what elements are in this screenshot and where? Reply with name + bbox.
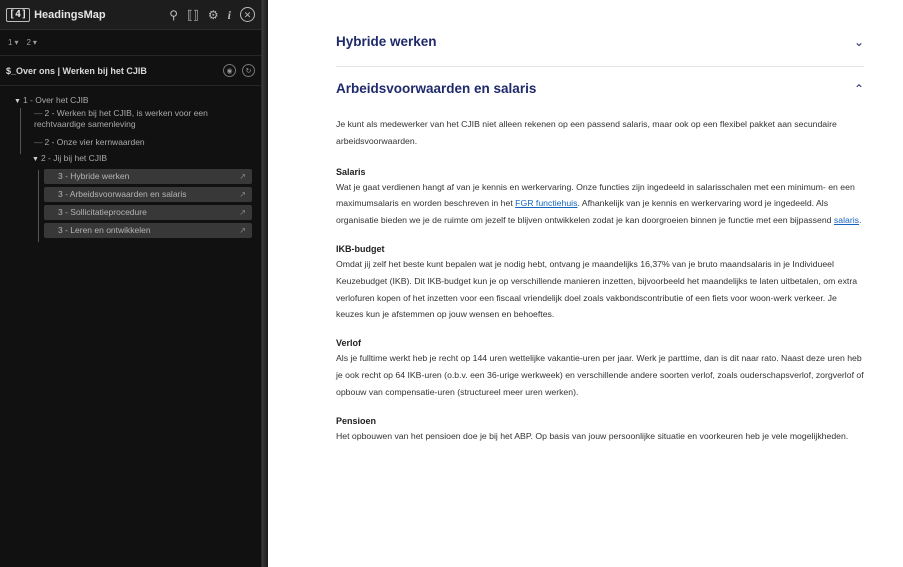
tree-guide-line — [20, 108, 21, 154]
section-salaris: Salaris Wat je gaat verdienen hangt af v… — [336, 165, 864, 229]
headingsmap-header: [4] HeadingsMap ⚲ ⟦⟧ ⚙ i ✕ — [0, 0, 261, 30]
chevron-up-icon: ⌃ — [853, 81, 864, 96]
accordion-divider — [336, 66, 864, 67]
link-icon: ↗ — [239, 226, 246, 235]
tree-item-h3[interactable]: 3 - Leren en ontwikkelen ↗ — [44, 223, 252, 238]
headingsmap-toolbar: ⚲ ⟦⟧ ⚙ i ✕ — [169, 7, 255, 22]
tree-item-h3[interactable]: 3 - Arbeidsvoorwaarden en salaris ↗ — [44, 187, 252, 202]
tree-guide-line — [38, 170, 39, 242]
tree-item-h2[interactable]: —2 - Werken bij het CJIB, is werken voor… — [30, 108, 244, 130]
tree-item-label: 2 - Onze vier kernwaarden — [44, 137, 145, 147]
level-select-2[interactable]: 2 ▾ — [26, 38, 36, 47]
tree-item-label: 2 - Werken bij het CJIB, is werken voor … — [34, 108, 208, 129]
tree-item-h3[interactable]: 3 - Hybride werken ↗ — [44, 169, 252, 184]
info-icon[interactable]: i — [228, 9, 231, 21]
level-select-label: 2 — [26, 38, 31, 47]
section-text: Als je fulltime werkt heb je recht op 14… — [336, 353, 864, 397]
tree-item-label: 2 - Jij bij het CJIB — [40, 153, 108, 163]
section-heading: Pensioen — [336, 415, 377, 426]
tree-item-h1[interactable]: ▼ 1 - Over het CJIB — [14, 92, 261, 108]
tree-item-label: 3 - Hybride werken — [58, 171, 130, 181]
section-verlof: Verlof Als je fulltime werkt heb je rech… — [336, 336, 864, 400]
tree-item-label: 3 - Arbeidsvoorwaarden en salaris — [58, 189, 187, 199]
link-icon: ↗ — [239, 172, 246, 181]
section-text: Wat je gaat verdienen hangt af van je ke… — [336, 181, 862, 226]
section-text: Omdat jij zelf het beste kunt bepalen wa… — [336, 258, 858, 320]
brackets-icon[interactable]: ⟦⟧ — [187, 9, 199, 21]
tree-item-label: 3 - Sollicitatieprocedure — [58, 207, 147, 217]
headings-tree: ▼ 1 - Over het CJIB —2 - Werken bij het C… — [0, 86, 261, 242]
intro-text: Je kunt als medewerker van het CJIB niet… — [336, 119, 837, 146]
section-heading: IKB-budget — [336, 243, 385, 254]
accordion-header-arbeidsvoorwaarden[interactable]: Arbeidsvoorwaarden en salaris ⌃ — [336, 81, 864, 96]
close-icon[interactable]: ✕ — [240, 7, 255, 22]
collapse-toggle-icon[interactable]: ▼ — [14, 98, 21, 105]
tree-item-label: 1 - Over het CJIB — [22, 95, 89, 105]
collapse-toggle-icon[interactable]: ▼ — [32, 156, 39, 163]
chevron-down-icon: ⌄ — [853, 34, 864, 49]
accordion-header-hybride-werken[interactable]: Hybride werken ⌄ — [336, 34, 864, 49]
tree-item-h3[interactable]: 3 - Sollicitatieprocedure ↗ — [44, 205, 252, 220]
document-title: $_Over ons | Werken bij het CJIB — [6, 65, 147, 76]
section-heading: Verlof — [336, 338, 362, 349]
salaris-link[interactable]: salaris — [834, 215, 859, 225]
fgr-functiehuis-link[interactable]: FGR functiehuis — [515, 198, 577, 208]
accordion-title: Arbeidsvoorwaarden en salaris — [336, 81, 537, 96]
link-icon: ↗ — [239, 190, 246, 199]
document-title-row: $_Over ons | Werken bij het CJIB ◉ ↻ — [0, 56, 261, 86]
section-text: Het opbouwen van het pensioen doe je bij… — [336, 430, 849, 441]
accordion-panel: Je kunt als medewerker van het CJIB niet… — [336, 116, 864, 444]
eye-icon[interactable]: ◉ — [223, 64, 236, 77]
section-heading: Salaris — [336, 166, 366, 177]
tree-item-h2[interactable]: —2 - Onze vier kernwaarden — [30, 134, 261, 150]
headingsmap-panel: [4] HeadingsMap ⚲ ⟦⟧ ⚙ i ✕ 1 ▾ 2 ▾ $_Ove… — [0, 0, 262, 567]
section-pensioen: Pensioen Het opbouwen van het pensioen d… — [336, 414, 864, 445]
headingsmap-logo-icon: [4] — [6, 7, 31, 22]
tree-item-label: 3 - Leren en ontwikkelen — [58, 225, 151, 235]
chevron-down-icon: ▾ — [32, 38, 37, 47]
heading-level-filters: 1 ▾ 2 ▾ — [0, 30, 261, 56]
headingsmap-title: HeadingsMap — [34, 8, 106, 21]
refresh-icon[interactable]: ↻ — [242, 64, 255, 77]
settings-icon[interactable]: ⚙ — [208, 9, 219, 21]
section-ikb-budget: IKB-budget Omdat jij zelf het beste kunt… — [336, 242, 864, 323]
level-select-1[interactable]: 1 ▾ — [8, 38, 18, 47]
accordion-title: Hybride werken — [336, 34, 437, 49]
tree-item-h2[interactable]: ▼ 2 - Jij bij het CJIB — [28, 150, 261, 166]
link-icon: ↗ — [239, 208, 246, 217]
pin-icon[interactable]: ⚲ — [169, 9, 178, 21]
chevron-down-icon: ▾ — [14, 38, 19, 47]
page-content: Hybride werken ⌄ Arbeidsvoorwaarden en s… — [268, 0, 903, 567]
level-select-label: 1 — [8, 38, 13, 47]
